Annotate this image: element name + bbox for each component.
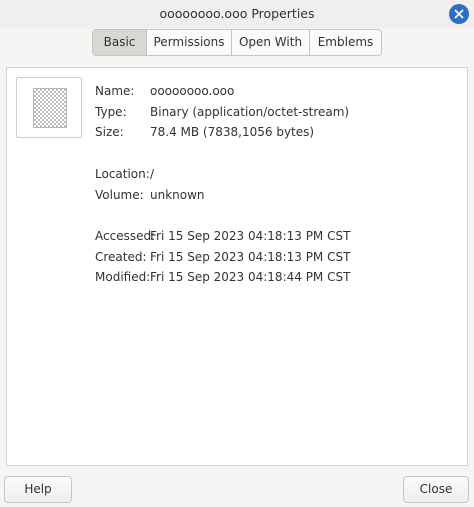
name-value: oooooooo.ooo (150, 84, 235, 98)
size-value: 78.4 MB (7838,1056 bytes) (150, 125, 315, 139)
file-thumbnail-icon[interactable] (16, 77, 82, 138)
tab-permissions[interactable]: Permissions (147, 30, 232, 55)
volume-label: Volume: (95, 188, 144, 202)
created-label: Created: (95, 250, 147, 264)
type-value: Binary (application/octet-stream) (150, 105, 350, 119)
modified-label: Modified: (95, 270, 151, 284)
title-bar: oooooooo.ooo Properties (0, 0, 474, 28)
tab-bar: Basic Permissions Open With Emblems (92, 29, 382, 56)
tab-open-with[interactable]: Open With (232, 30, 310, 55)
help-button[interactable]: Help (4, 476, 72, 503)
type-label: Type: (95, 105, 127, 119)
basic-panel: Name: oooooooo.ooo Type: Binary (applica… (6, 67, 468, 466)
name-label: Name: (95, 84, 135, 98)
tab-emblems[interactable]: Emblems (310, 30, 381, 55)
tab-basic[interactable]: Basic (93, 30, 147, 55)
size-label: Size: (95, 125, 124, 139)
close-button[interactable]: Close (403, 476, 469, 503)
window-title: oooooooo.ooo Properties (159, 6, 315, 21)
created-value: Fri 15 Sep 2023 04:18:13 PM CST (150, 250, 351, 264)
file-page-icon (33, 88, 67, 128)
volume-value: unknown (150, 188, 205, 202)
location-value: / (150, 167, 155, 181)
accessed-label: Accessed: (95, 229, 156, 243)
modified-value: Fri 15 Sep 2023 04:18:44 PM CST (150, 270, 351, 284)
accessed-value: Fri 15 Sep 2023 04:18:13 PM CST (150, 229, 351, 243)
location-label: Location: (95, 167, 150, 181)
window-close-icon[interactable] (449, 4, 469, 24)
